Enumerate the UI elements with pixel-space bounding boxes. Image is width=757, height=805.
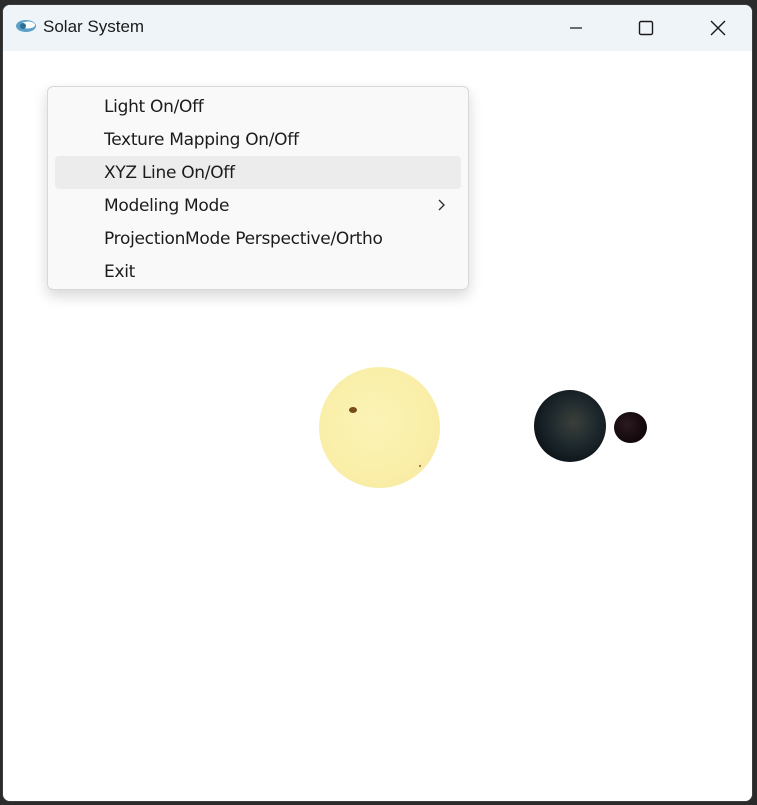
maximize-icon	[638, 20, 654, 36]
menu-item-xyz-line[interactable]: XYZ Line On/Off	[55, 156, 461, 189]
close-icon	[710, 20, 726, 36]
menu-item-label: Texture Mapping On/Off	[104, 129, 299, 150]
minimize-icon	[570, 27, 582, 29]
sunspot	[419, 465, 421, 467]
earth-planet	[534, 390, 606, 462]
menu-item-label: ProjectionMode Perspective/Ortho	[104, 228, 383, 249]
menu-item-light[interactable]: Light On/Off	[55, 90, 461, 123]
menu-item-label: XYZ Line On/Off	[104, 162, 235, 183]
app-icon	[16, 20, 36, 32]
menu-item-label: Light On/Off	[104, 96, 204, 117]
menu-item-label: Modeling Mode	[104, 195, 230, 216]
sun-planet	[319, 367, 440, 488]
window-title: Solar System	[43, 17, 145, 36]
menu-item-projection-mode[interactable]: ProjectionMode Perspective/Ortho	[55, 222, 461, 255]
menu-item-label: Exit	[104, 261, 135, 282]
menu-item-exit[interactable]: Exit	[55, 255, 461, 288]
menu-item-modeling-mode[interactable]: Modeling Mode	[55, 189, 461, 222]
minimize-button[interactable]	[541, 5, 611, 51]
title-bar[interactable]: Solar System	[3, 5, 752, 52]
maximize-button[interactable]	[611, 5, 681, 51]
app-window: Solar System Light On/Off Texture Mappin…	[2, 4, 753, 802]
moon-planet	[614, 412, 647, 443]
close-button[interactable]	[683, 5, 752, 51]
context-menu: Light On/Off Texture Mapping On/Off XYZ …	[47, 86, 469, 290]
chevron-right-icon	[438, 199, 445, 211]
sunspot	[349, 407, 357, 413]
menu-item-texture-mapping[interactable]: Texture Mapping On/Off	[55, 123, 461, 156]
